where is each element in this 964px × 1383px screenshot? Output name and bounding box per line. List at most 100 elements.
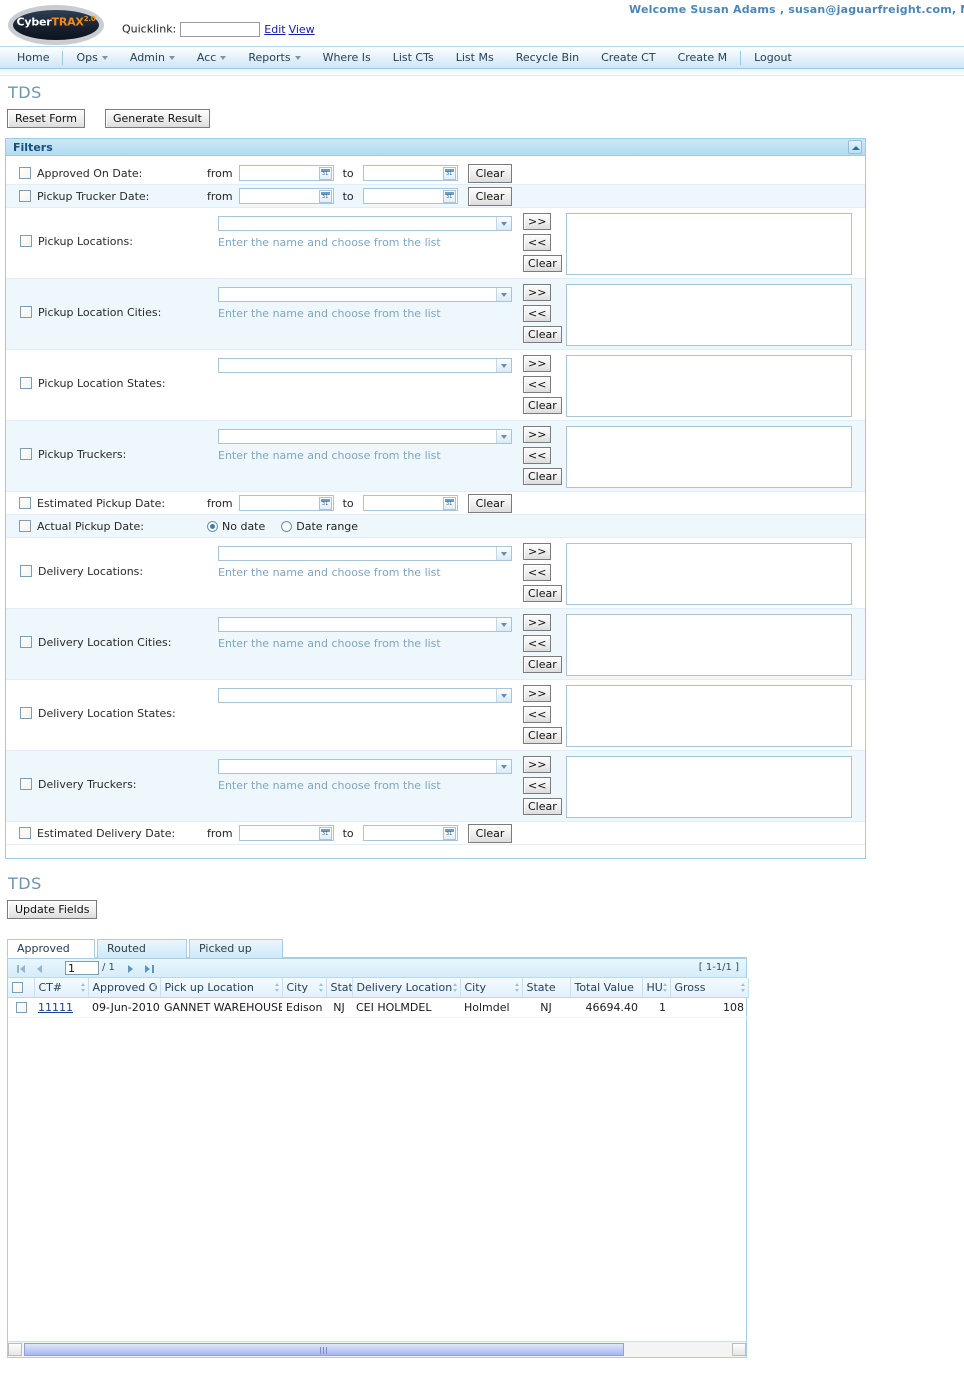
last-page-icon[interactable] (144, 963, 155, 974)
add-button-delivery-locations[interactable]: >> (523, 543, 551, 560)
remove-button-delivery-location-cities[interactable]: << (523, 635, 551, 652)
nav-item-admin[interactable]: Admin (119, 47, 186, 69)
date-to-input-approved-on-date[interactable] (362, 165, 458, 181)
column-header-state[interactable]: State (522, 978, 571, 998)
column-header-city[interactable]: City (460, 978, 523, 998)
nav-item-create-m[interactable]: Create M (667, 47, 739, 69)
calendar-icon[interactable] (318, 190, 332, 203)
date-to-input-estimated-delivery-date[interactable] (362, 825, 458, 841)
filter-checkbox-delivery-truckers[interactable] (20, 778, 32, 790)
selected-list-delivery-truckers[interactable] (566, 756, 852, 818)
clear-button-pickup-trucker-date[interactable]: Clear (467, 186, 513, 206)
filter-combobox-pickup-location-cities[interactable] (218, 287, 512, 302)
add-button-delivery-location-cities[interactable]: >> (523, 614, 551, 631)
column-header-delivery-location[interactable]: Delivery Location (352, 978, 461, 998)
first-page-icon[interactable] (16, 963, 27, 974)
nav-item-home[interactable]: Home (6, 47, 60, 69)
nav-item-create-ct[interactable]: Create CT (590, 47, 666, 69)
nav-item-list-ms[interactable]: List Ms (445, 47, 505, 69)
selected-list-pickup-location-cities[interactable] (566, 284, 852, 346)
remove-button-delivery-location-states[interactable]: << (523, 706, 551, 723)
filter-checkbox-actual-pickup-date[interactable] (19, 520, 31, 532)
select-all-checkbox[interactable] (12, 982, 23, 994)
selected-list-pickup-locations[interactable] (566, 213, 852, 275)
filter-checkbox-delivery-location-cities[interactable] (20, 636, 32, 648)
scrollbar-thumb[interactable] (24, 1343, 624, 1356)
selected-list-delivery-location-cities[interactable] (566, 614, 852, 676)
add-button-pickup-locations[interactable]: >> (523, 213, 551, 230)
add-button-pickup-truckers[interactable]: >> (523, 426, 551, 443)
sort-icon[interactable] (274, 983, 280, 992)
remove-button-delivery-truckers[interactable]: << (523, 777, 551, 794)
filter-checkbox-pickup-locations[interactable] (20, 235, 32, 247)
filter-checkbox-approved-on-date[interactable] (19, 167, 31, 179)
chevron-down-icon[interactable] (496, 359, 511, 372)
clear-button-delivery-locations[interactable]: Clear (523, 585, 562, 602)
quicklink-view-link[interactable]: View (289, 23, 315, 36)
filter-combobox-pickup-locations[interactable] (218, 216, 512, 231)
row-checkbox[interactable] (15, 1002, 27, 1013)
calendar-icon[interactable] (318, 497, 332, 510)
quicklink-input[interactable] (180, 22, 261, 37)
date-to-input-estimated-pickup-date[interactable] (362, 495, 458, 511)
nav-item-logout[interactable]: Logout (743, 47, 803, 69)
clear-button-delivery-location-cities[interactable]: Clear (523, 656, 562, 673)
remove-button-pickup-locations[interactable]: << (523, 234, 551, 251)
column-header-gross[interactable]: Gross (670, 978, 749, 998)
nav-item-ops[interactable]: Ops (65, 47, 118, 69)
tab-picked-up[interactable]: Picked up (189, 939, 283, 958)
update-fields-button[interactable]: Update Fields (7, 900, 98, 919)
tab-approved[interactable]: Approved (7, 939, 95, 958)
next-page-icon[interactable] (125, 963, 136, 974)
remove-button-delivery-locations[interactable]: << (523, 564, 551, 581)
nav-item-where-is[interactable]: Where Is (312, 47, 382, 69)
radio-no-date[interactable] (207, 520, 218, 532)
date-from-input-estimated-pickup-date[interactable] (238, 495, 334, 511)
chevron-down-icon[interactable] (496, 618, 511, 631)
clear-button-pickup-location-cities[interactable]: Clear (523, 326, 562, 343)
filter-combobox-delivery-location-states[interactable] (218, 688, 512, 703)
clear-button-pickup-location-states[interactable]: Clear (523, 397, 562, 414)
filter-checkbox-estimated-pickup-date[interactable] (19, 497, 31, 509)
nav-item-recycle-bin[interactable]: Recycle Bin (505, 47, 590, 69)
clear-button-estimated-delivery-date[interactable]: Clear (467, 823, 513, 843)
date-to-input-pickup-trucker-date[interactable] (362, 188, 458, 204)
calendar-icon[interactable] (318, 167, 332, 180)
quicklink-edit-link[interactable]: Edit (264, 23, 285, 36)
sort-icon[interactable] (318, 983, 324, 992)
date-from-input-pickup-trucker-date[interactable] (238, 188, 334, 204)
calendar-icon[interactable] (442, 190, 456, 203)
prev-page-icon[interactable] (35, 963, 46, 974)
filter-combobox-delivery-truckers[interactable] (218, 759, 512, 774)
calendar-icon[interactable] (442, 497, 456, 510)
remove-button-pickup-location-states[interactable]: << (523, 376, 551, 393)
chevron-down-icon[interactable] (496, 547, 511, 560)
selected-list-delivery-locations[interactable] (566, 543, 852, 605)
remove-button-pickup-truckers[interactable]: << (523, 447, 551, 464)
add-button-delivery-location-states[interactable]: >> (523, 685, 551, 702)
filter-checkbox-estimated-delivery-date[interactable] (19, 827, 31, 839)
sort-icon[interactable] (80, 983, 86, 992)
column-header-city[interactable]: City (282, 978, 327, 998)
select-all-header[interactable] (8, 978, 35, 998)
filter-combobox-delivery-locations[interactable] (218, 546, 512, 561)
sort-icon[interactable] (740, 983, 746, 992)
chevron-down-icon[interactable] (496, 288, 511, 301)
clear-button-pickup-locations[interactable]: Clear (523, 255, 562, 272)
chevron-down-icon[interactable] (496, 430, 511, 443)
chevron-down-icon[interactable] (496, 689, 511, 702)
clear-button-delivery-location-states[interactable]: Clear (523, 727, 562, 744)
horizontal-scrollbar[interactable] (8, 1341, 746, 1357)
selected-list-delivery-location-states[interactable] (566, 685, 852, 747)
sort-icon[interactable] (662, 983, 668, 992)
filter-combobox-pickup-location-states[interactable] (218, 358, 512, 373)
calendar-icon[interactable] (442, 827, 456, 840)
column-header-total-value[interactable]: Total Value (570, 978, 643, 998)
filter-checkbox-delivery-locations[interactable] (20, 565, 32, 577)
tab-routed[interactable]: Routed (97, 939, 187, 958)
column-header-stat[interactable]: Stat (326, 978, 353, 998)
column-header-pick-up-location[interactable]: Pick up Location (160, 978, 283, 998)
table-row[interactable]: 11111 09-Jun-2010 GANNET WAREHOUSE Edison NJ… (8, 997, 748, 1018)
filter-combobox-delivery-location-cities[interactable] (218, 617, 512, 632)
chevron-down-icon[interactable] (496, 760, 511, 773)
